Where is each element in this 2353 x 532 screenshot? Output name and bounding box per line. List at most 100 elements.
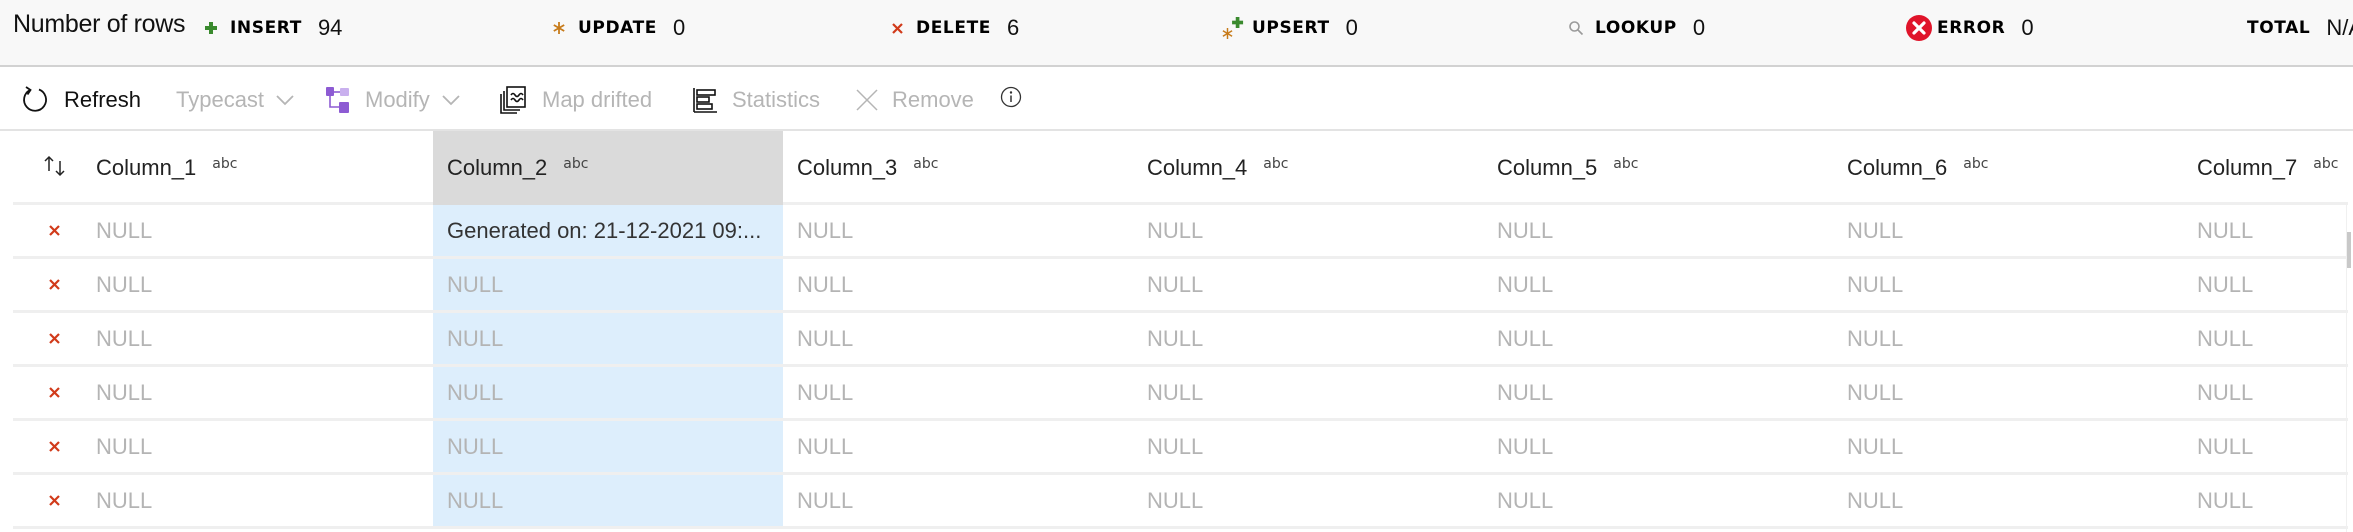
column-type-badge: abc [2313, 156, 2339, 172]
table-cell[interactable]: NULL [96, 421, 433, 472]
grid-header-row: Column_1 abc Column_2 abc Column_3 abc C… [13, 131, 2348, 205]
stat-value: 0 [1692, 15, 1706, 40]
column-header-6[interactable]: Column_6 abc [1833, 131, 2183, 205]
statistics-icon [692, 87, 718, 113]
summary-title: Number of rows [13, 10, 186, 38]
table-row[interactable]: NULL NULL NULL NULL NULL NULL NULL [13, 313, 2348, 367]
stat-label: INSERT [230, 18, 302, 38]
delete-marker-icon [13, 313, 96, 364]
x-icon [886, 17, 908, 39]
table-cell[interactable]: NULL [433, 259, 783, 310]
stat-error: ERROR 0 [1905, 14, 2034, 42]
table-row[interactable]: NULL NULL NULL NULL NULL NULL NULL [13, 367, 2348, 421]
table-cell[interactable]: NULL [96, 313, 433, 364]
table-cell[interactable]: NULL [2183, 259, 2348, 310]
column-header-1[interactable]: Column_1 abc [96, 131, 433, 205]
toolbar: Refresh Typecast Modify Map drifted Stat… [0, 69, 2353, 131]
data-preview-grid: Column_1 abc Column_2 abc Column_3 abc C… [13, 131, 2348, 529]
table-cell[interactable]: NULL [433, 313, 783, 364]
table-cell[interactable]: NULL [96, 259, 433, 310]
table-cell[interactable]: NULL [1133, 205, 1483, 256]
table-cell[interactable]: NULL [2183, 313, 2348, 364]
table-cell[interactable]: NULL [783, 205, 1133, 256]
column-name: Column_1 [96, 155, 197, 180]
grid-body: NULL Generated on: 21-12-2021 09:... NULL N… [13, 205, 2348, 529]
table-cell[interactable]: NULL [1833, 367, 2183, 418]
upsert-icon [1222, 17, 1244, 39]
column-type-badge: abc [1613, 156, 1639, 172]
column-type-badge: abc [563, 156, 589, 172]
table-cell[interactable]: NULL [1483, 421, 1833, 472]
table-cell[interactable]: NULL [1483, 259, 1833, 310]
stat-value: 6 [1006, 15, 1020, 40]
column-header-3[interactable]: Column_3 abc [783, 131, 1133, 205]
modify-label: Modify [365, 87, 430, 112]
info-button[interactable] [1000, 81, 1022, 119]
table-cell[interactable]: NULL [783, 475, 1133, 526]
chevron-down-icon [442, 94, 460, 106]
column-header-7[interactable]: Column_7 abc [2183, 131, 2348, 205]
stat-lookup: LOOKUP 0 [1565, 14, 1705, 42]
table-cell[interactable]: NULL [783, 421, 1133, 472]
column-header-5[interactable]: Column_5 abc [1483, 131, 1833, 205]
column-type-badge: abc [1963, 156, 1989, 172]
table-cell[interactable]: NULL [1483, 475, 1833, 526]
table-cell[interactable]: NULL [433, 421, 783, 472]
column-header-2[interactable]: Column_2 abc [433, 131, 783, 205]
table-cell[interactable]: NULL [96, 475, 433, 526]
table-cell[interactable]: NULL [1133, 367, 1483, 418]
plus-icon [200, 17, 222, 39]
table-cell[interactable]: Generated on: 21-12-2021 09:... [433, 205, 783, 256]
sort-toggle[interactable] [13, 131, 96, 205]
table-cell[interactable]: NULL [1833, 313, 2183, 364]
typecast-label: Typecast [176, 87, 265, 112]
stat-label: ERROR [1937, 18, 2006, 38]
table-cell[interactable]: NULL [433, 367, 783, 418]
table-cell[interactable]: NULL [1833, 259, 2183, 310]
modify-icon [325, 86, 351, 114]
vertical-scrollbar-thumb[interactable] [2347, 232, 2351, 268]
stat-label: UPSERT [1252, 18, 1330, 38]
table-cell[interactable]: NULL [783, 313, 1133, 364]
statistics-button[interactable]: Statistics [692, 81, 820, 119]
refresh-label: Refresh [64, 87, 142, 112]
table-row[interactable]: NULL NULL NULL NULL NULL NULL NULL [13, 421, 2348, 475]
remove-label: Remove [892, 87, 974, 112]
table-cell[interactable]: NULL [1483, 205, 1833, 256]
remove-button[interactable]: Remove [856, 81, 974, 119]
table-cell[interactable]: NULL [783, 259, 1133, 310]
table-cell[interactable]: NULL [2183, 475, 2348, 526]
map-drifted-button[interactable]: Map drifted [500, 81, 652, 119]
stat-label: UPDATE [578, 18, 658, 38]
table-cell[interactable]: NULL [2183, 205, 2348, 256]
close-icon [856, 89, 878, 111]
table-cell[interactable]: NULL [1483, 367, 1833, 418]
table-cell[interactable]: NULL [96, 367, 433, 418]
table-cell[interactable]: NULL [1133, 475, 1483, 526]
stat-upsert: UPSERT 0 [1222, 14, 1358, 42]
table-cell[interactable]: NULL [1833, 205, 2183, 256]
table-cell[interactable]: NULL [1483, 313, 1833, 364]
table-cell[interactable]: NULL [1833, 421, 2183, 472]
table-row[interactable]: NULL NULL NULL NULL NULL NULL NULL [13, 259, 2348, 313]
table-cell[interactable]: NULL [2183, 421, 2348, 472]
typecast-dropdown[interactable]: Typecast [176, 81, 294, 119]
table-cell[interactable]: NULL [783, 367, 1133, 418]
table-cell[interactable]: NULL [433, 475, 783, 526]
modify-dropdown[interactable]: Modify [325, 81, 460, 119]
table-cell[interactable]: NULL [2183, 367, 2348, 418]
table-cell[interactable]: NULL [1133, 421, 1483, 472]
table-row[interactable]: NULL NULL NULL NULL NULL NULL NULL [13, 475, 2348, 529]
column-name: Column_4 [1147, 155, 1248, 180]
column-type-badge: abc [913, 156, 939, 172]
stat-delete: DELETE 6 [886, 14, 1019, 42]
stat-label: LOOKUP [1595, 18, 1677, 38]
table-row[interactable]: NULL Generated on: 21-12-2021 09:... NULL N… [13, 205, 2348, 259]
table-cell[interactable]: NULL [1833, 475, 2183, 526]
table-cell[interactable]: NULL [96, 205, 433, 256]
table-cell[interactable]: NULL [1133, 313, 1483, 364]
stat-value: 94 [317, 15, 343, 40]
table-cell[interactable]: NULL [1133, 259, 1483, 310]
refresh-button[interactable]: Refresh [20, 81, 141, 119]
column-header-4[interactable]: Column_4 abc [1133, 131, 1483, 205]
